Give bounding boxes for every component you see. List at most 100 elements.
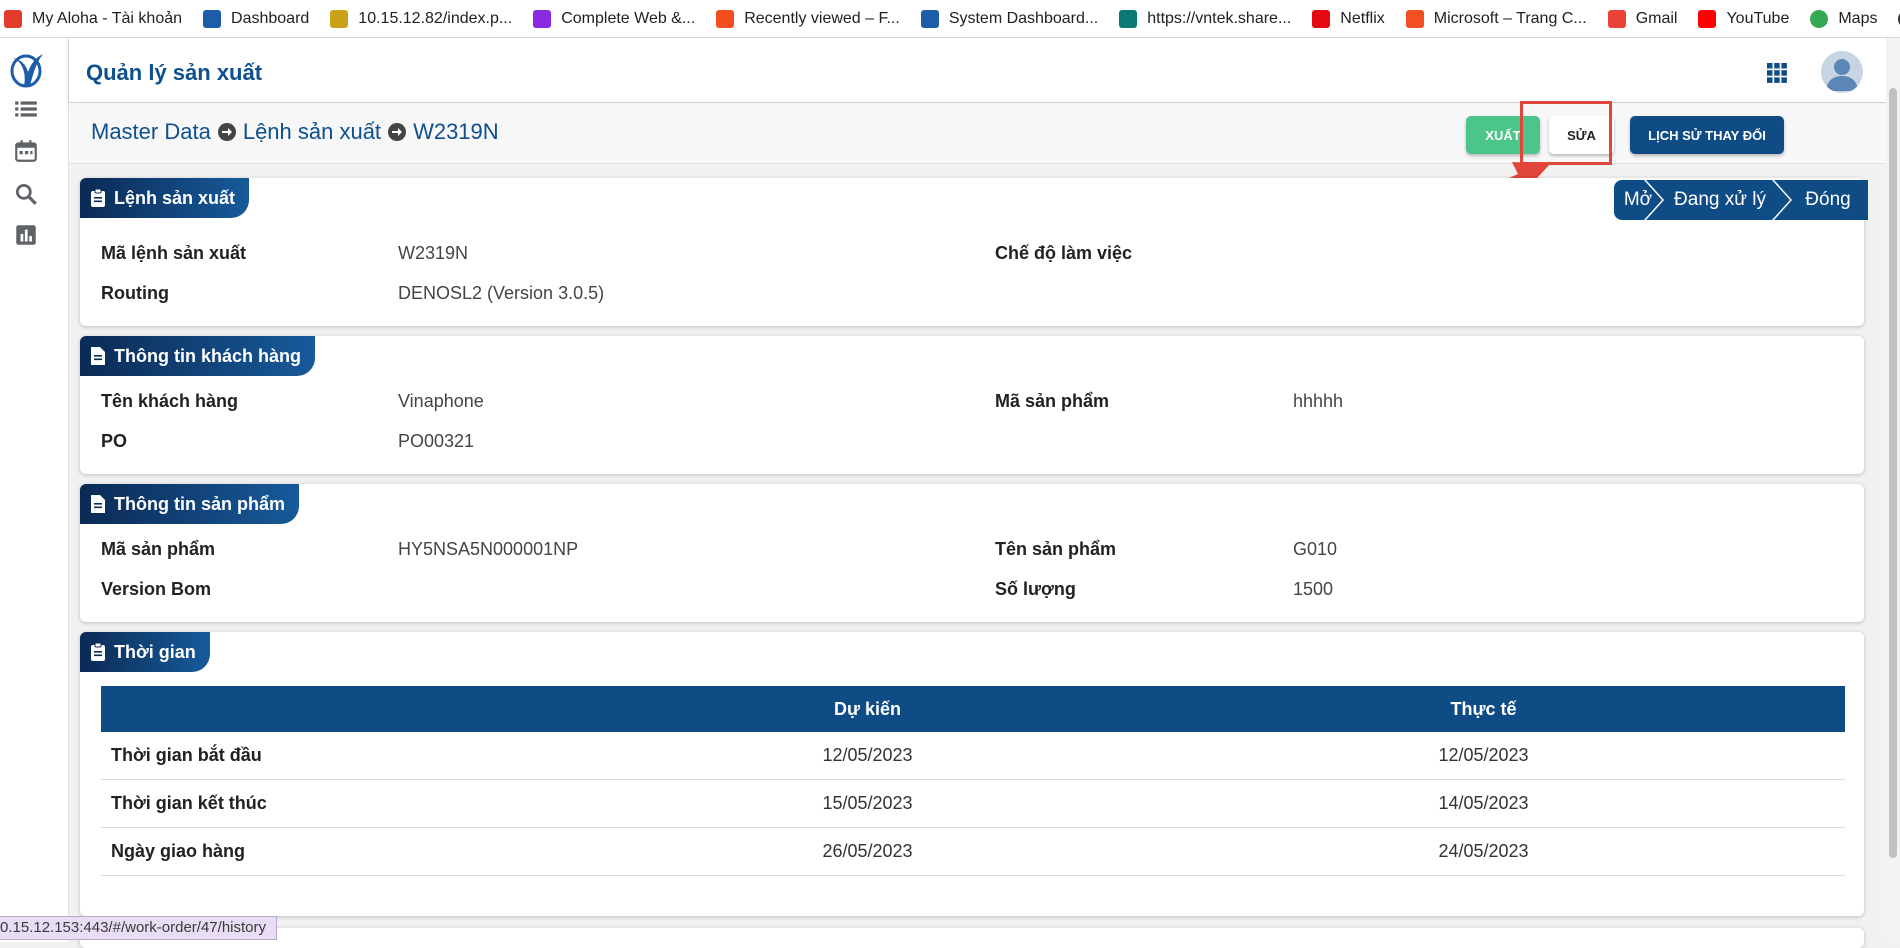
- link-preview-url: 0.15.12.153:443/#/work-order/47/history: [0, 916, 277, 940]
- bom-version-label: Version Bom: [101, 579, 212, 599]
- planned-date: 15/05/2023: [613, 779, 1122, 828]
- breadcrumb-root[interactable]: Master Data: [91, 119, 211, 145]
- app-header: Quản lý sản xuất: [69, 38, 1900, 102]
- bookmark-item[interactable]: Microsoft – Trang C...: [1405, 9, 1587, 28]
- scrollbar-thumb[interactable]: [1889, 88, 1897, 858]
- work-mode-label: Chế độ làm việc: [995, 243, 1133, 263]
- user-avatar[interactable]: [1821, 51, 1863, 93]
- bookmark-label: Complete Web &...: [561, 9, 696, 27]
- jira-icon: [920, 9, 939, 28]
- search-icon[interactable]: [13, 181, 39, 207]
- next-card: [80, 928, 1864, 948]
- row-label: Ngày giao hàng: [101, 827, 613, 876]
- bookmark-label: https://vntek.share...: [1147, 9, 1292, 27]
- list-icon[interactable]: [13, 96, 39, 122]
- bookmark-item[interactable]: Gmail: [1607, 9, 1678, 28]
- app-title: Quản lý sản xuất: [86, 60, 263, 85]
- netflix-icon: [1312, 9, 1331, 28]
- breadcrumb-section[interactable]: Lệnh sản xuất: [243, 119, 381, 145]
- bookmark-item[interactable]: Complete Web &...: [533, 9, 696, 28]
- table-header-row: Dự kiến Thực tế: [101, 686, 1845, 732]
- bookmark-item[interactable]: System Dashboard...: [920, 9, 1099, 28]
- user-icon: [1826, 59, 1858, 91]
- customer-name-label: Tên khách hàng: [101, 391, 239, 411]
- order-code-value: W2319N: [398, 243, 469, 263]
- table-row: Thời gian kết thúc 15/05/2023 14/05/2023: [101, 779, 1845, 828]
- bookmark-item[interactable]: YouTube: [1698, 9, 1790, 28]
- change-history-button[interactable]: LỊCH SỬ THAY ĐỔI: [1630, 116, 1784, 154]
- bar-chart-icon[interactable]: [13, 222, 39, 248]
- po-value: PO00321: [398, 431, 475, 451]
- table-header-planned: Dự kiến: [613, 686, 1122, 732]
- product-code-value: HY5NSA5N000001NP: [398, 539, 579, 559]
- youtube-icon: [1698, 9, 1717, 28]
- customer-product-code-value: hhhhh: [1293, 391, 1344, 411]
- bookmark-label: Netflix: [1340, 9, 1385, 27]
- table-header-actual: Thực tế: [1122, 686, 1845, 732]
- calendar-icon[interactable]: [13, 138, 39, 164]
- order-card: Lệnh sản xuất Mã lệnh sản xuất W2319N Ch…: [80, 178, 1864, 326]
- arrow-circle-right-icon: [217, 123, 236, 141]
- arrow-circle-right-icon: [388, 123, 407, 141]
- po-label: PO: [101, 431, 128, 451]
- bookmark-label: My Aloha - Tài khoản: [32, 9, 183, 27]
- sharepoint-icon: [1119, 9, 1138, 28]
- row-label: Thời gian kết thúc: [101, 779, 613, 828]
- time-card: Thời gian Dự kiến Thực tế Thời gian bắt …: [80, 632, 1864, 916]
- clipboard-icon: [91, 189, 105, 207]
- breadcrumb-current: W2319N: [413, 119, 499, 144]
- bookmark-item[interactable]: Netflix: [1312, 9, 1385, 28]
- order-card-title: Lệnh sản xuất: [80, 178, 250, 218]
- microsoft-icon: [1405, 9, 1424, 28]
- bookmark-item[interactable]: Dashboard: [203, 9, 310, 28]
- actual-date: 12/05/2023: [1122, 732, 1845, 780]
- bookmark-item[interactable]: 10.15.12.82/index.p...: [330, 9, 513, 28]
- vertical-scrollbar[interactable]: [1886, 38, 1900, 942]
- customer-card: Thông tin khách hàng Tên khách hàng Vina…: [80, 336, 1864, 474]
- product-name-label: Tên sản phẩm: [995, 539, 1117, 559]
- bookmarks-bar: My Aloha - Tài khoản Dashboard 10.15.12.82…: [0, 0, 1900, 38]
- figma-icon: [716, 9, 735, 28]
- bookmark-item[interactable]: My Aloha - Tài khoản: [4, 9, 183, 28]
- udemy-icon: [533, 9, 552, 28]
- bookmark-label: Microsoft – Trang C...: [1433, 9, 1587, 27]
- bookmark-label: Recently viewed – F...: [744, 9, 900, 27]
- routing-value: DENOSL2 (Version 3.0.5): [398, 283, 605, 303]
- customer-product-code-label: Mã sản phẩm: [995, 391, 1110, 411]
- status-step-processing: Đang xử lý: [1646, 180, 1790, 220]
- bookmark-label: System Dashboard...: [948, 9, 1099, 27]
- apps-grid-icon[interactable]: [1767, 63, 1787, 83]
- export-highlight-box: [1520, 101, 1612, 165]
- maps-icon: [1810, 9, 1829, 28]
- document-icon: [91, 495, 105, 513]
- actual-date: 14/05/2023: [1122, 779, 1845, 828]
- side-nav: [0, 38, 69, 942]
- product-code-label: Mã sản phẩm: [101, 539, 216, 559]
- bookmark-label: Dashboard: [231, 9, 310, 27]
- customer-card-label: Thông tin khách hàng: [114, 345, 301, 366]
- order-code-label: Mã lệnh sản xuất: [101, 243, 247, 263]
- bookmark-item[interactable]: Maps: [1810, 9, 1877, 28]
- bookmark-label: YouTube: [1726, 9, 1790, 27]
- breadcrumb: Master Data Lệnh sản xuất W2319N: [91, 119, 499, 145]
- vnpt-icon: [203, 9, 222, 28]
- status-stepper: Mở Đang xử lý Đóng: [1614, 180, 1868, 220]
- time-table: Dự kiến Thực tế Thời gian bắt đầu 12/05/…: [101, 686, 1845, 876]
- time-card-title: Thời gian: [80, 632, 210, 672]
- aloha-icon: [4, 9, 22, 28]
- bookmark-item[interactable]: Recently viewed – F...: [716, 9, 900, 28]
- page-toolbar: Master Data Lệnh sản xuất W2319N: [69, 103, 1900, 164]
- vnpt-logo-icon[interactable]: [7, 50, 45, 90]
- order-card-label: Lệnh sản xuất: [114, 187, 236, 208]
- bookmark-label: Gmail: [1635, 9, 1678, 27]
- bookmark-item[interactable]: https://vntek.share...: [1119, 9, 1292, 28]
- site-icon: [330, 9, 349, 28]
- product-card-label: Thông tin sản phẩm: [114, 493, 285, 514]
- routing-label: Routing: [101, 283, 169, 303]
- bookmark-label: 10.15.12.82/index.p...: [358, 9, 513, 27]
- row-label: Thời gian bắt đầu: [101, 732, 613, 780]
- quantity-value: 1500: [1293, 579, 1334, 599]
- table-row: Thời gian bắt đầu 12/05/2023 12/05/2023: [101, 732, 1845, 780]
- document-icon: [91, 347, 105, 365]
- planned-date: 26/05/2023: [613, 827, 1122, 876]
